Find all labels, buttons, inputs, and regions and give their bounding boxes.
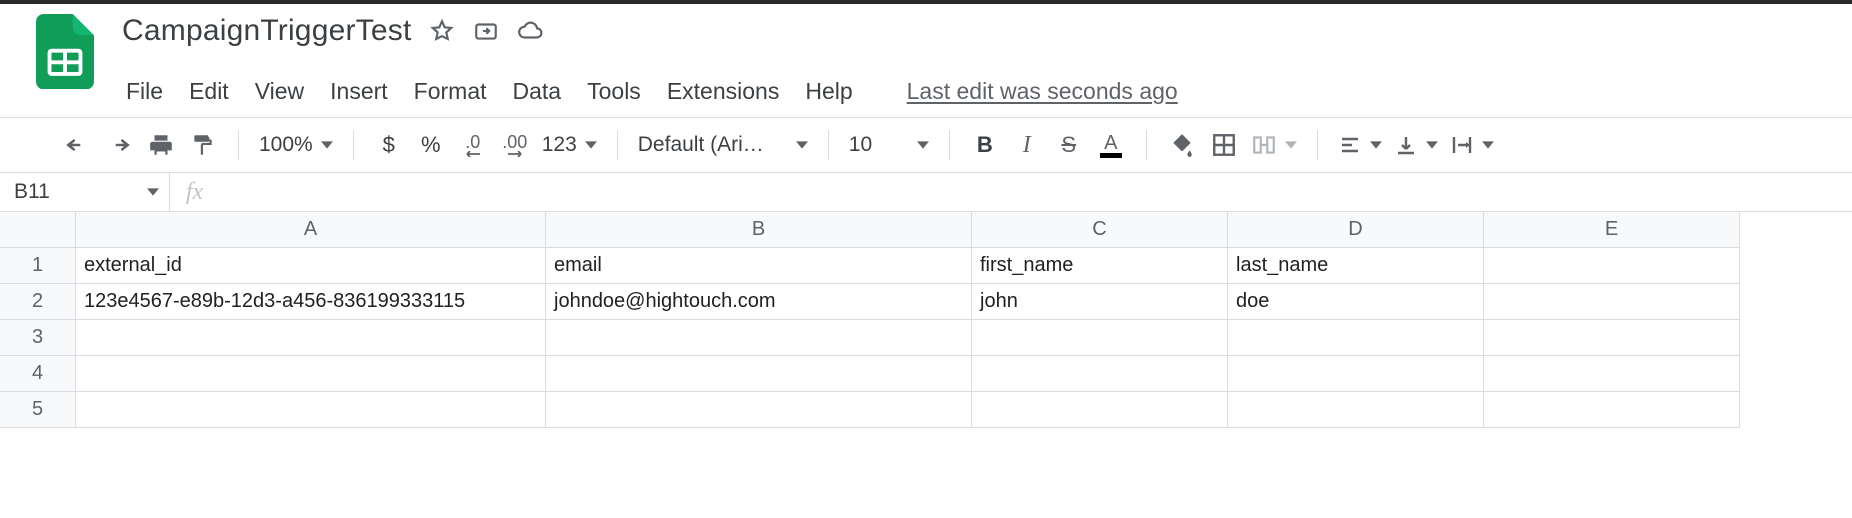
last-edit-link[interactable]: Last edit was seconds ago (907, 78, 1178, 105)
chevron-down-icon (796, 139, 808, 151)
merge-cells-dropdown[interactable] (1251, 132, 1297, 158)
spreadsheet-grid: A B C D E 1 external_id email first_name… (0, 212, 1852, 428)
active-cell-ref: B11 (14, 180, 50, 204)
star-icon[interactable] (429, 18, 455, 44)
chevron-down-icon (917, 139, 929, 151)
chevron-down-icon (147, 186, 159, 198)
cell[interactable]: johndoe@hightouch.com (546, 284, 972, 320)
menu-help[interactable]: Help (805, 78, 852, 105)
cell[interactable] (76, 320, 546, 356)
chevron-down-icon (1285, 139, 1297, 151)
cell[interactable] (972, 392, 1228, 428)
column-header[interactable]: C (972, 212, 1228, 248)
cell[interactable] (972, 320, 1228, 356)
select-all-corner[interactable] (0, 212, 76, 248)
row-header[interactable]: 3 (0, 320, 76, 356)
cell[interactable] (1484, 392, 1740, 428)
cell[interactable] (1484, 320, 1740, 356)
undo-icon[interactable] (60, 128, 94, 162)
cell[interactable]: doe (1228, 284, 1484, 320)
cell[interactable] (76, 392, 546, 428)
text-wrap-dropdown[interactable] (1450, 133, 1494, 157)
italic-button[interactable]: I (1010, 128, 1044, 162)
menu-view[interactable]: View (255, 78, 304, 105)
chevron-down-icon (321, 139, 333, 151)
cell[interactable]: last_name (1228, 248, 1484, 284)
cell[interactable]: john (972, 284, 1228, 320)
cell[interactable] (1484, 356, 1740, 392)
column-header[interactable]: D (1228, 212, 1484, 248)
redo-icon[interactable] (102, 128, 136, 162)
more-formats-dropdown[interactable]: 123 (542, 133, 597, 157)
move-icon[interactable] (473, 18, 499, 44)
cell[interactable] (1484, 248, 1740, 284)
bold-button[interactable]: B (968, 128, 1002, 162)
sheets-app-icon[interactable] (36, 14, 94, 72)
column-header[interactable]: B (546, 212, 972, 248)
cell[interactable] (1228, 356, 1484, 392)
menu-file[interactable]: File (126, 78, 163, 105)
chevron-down-icon (1482, 139, 1494, 151)
row-header[interactable]: 5 (0, 392, 76, 428)
cell[interactable] (1484, 284, 1740, 320)
name-box[interactable]: B11 (0, 173, 170, 211)
borders-button[interactable] (1207, 128, 1241, 162)
cell[interactable] (1228, 320, 1484, 356)
toolbar: 100% $ % .0 .00 123 Default (Ari… 10 B I… (0, 118, 1852, 172)
currency-button[interactable]: $ (372, 128, 406, 162)
cell[interactable]: email (546, 248, 972, 284)
font-family-dropdown[interactable]: Default (Ari… (638, 133, 808, 157)
cell[interactable]: first_name (972, 248, 1228, 284)
horizontal-align-dropdown[interactable] (1338, 133, 1382, 157)
menu-bar: File Edit View Insert Format Data Tools … (0, 64, 1852, 117)
cell[interactable] (76, 356, 546, 392)
cloud-status-icon[interactable] (517, 18, 543, 44)
cell[interactable] (546, 392, 972, 428)
paint-format-icon[interactable] (186, 128, 220, 162)
menu-format[interactable]: Format (414, 78, 487, 105)
fx-icon: fx (170, 179, 220, 206)
cell[interactable] (546, 356, 972, 392)
chevron-down-icon (585, 139, 597, 151)
cell[interactable] (972, 356, 1228, 392)
menu-insert[interactable]: Insert (330, 78, 388, 105)
text-color-button[interactable]: A (1094, 128, 1128, 162)
fill-color-button[interactable] (1165, 128, 1199, 162)
chevron-down-icon (1426, 139, 1438, 151)
row-header[interactable]: 1 (0, 248, 76, 284)
menu-edit[interactable]: Edit (189, 78, 229, 105)
cell[interactable] (546, 320, 972, 356)
zoom-dropdown[interactable]: 100% (259, 133, 333, 157)
column-header[interactable]: A (76, 212, 546, 248)
strikethrough-button[interactable]: S (1052, 128, 1086, 162)
print-icon[interactable] (144, 128, 178, 162)
chevron-down-icon (1370, 139, 1382, 151)
increase-decimal-button[interactable]: .00 (498, 128, 532, 162)
cell[interactable] (1228, 392, 1484, 428)
font-size-dropdown[interactable]: 10 (849, 133, 929, 157)
row-header[interactable]: 2 (0, 284, 76, 320)
cell[interactable]: external_id (76, 248, 546, 284)
menu-tools[interactable]: Tools (587, 78, 641, 105)
zoom-value: 100% (259, 133, 313, 157)
vertical-align-dropdown[interactable] (1394, 133, 1438, 157)
cell[interactable]: 123e4567-e89b-12d3-a456-836199333115 (76, 284, 546, 320)
percent-button[interactable]: % (414, 128, 448, 162)
row-header[interactable]: 4 (0, 356, 76, 392)
document-title[interactable]: CampaignTriggerTest (122, 14, 411, 48)
menu-data[interactable]: Data (513, 78, 562, 105)
decrease-decimal-button[interactable]: .0 (456, 128, 490, 162)
menu-extensions[interactable]: Extensions (667, 78, 780, 105)
column-header[interactable]: E (1484, 212, 1740, 248)
